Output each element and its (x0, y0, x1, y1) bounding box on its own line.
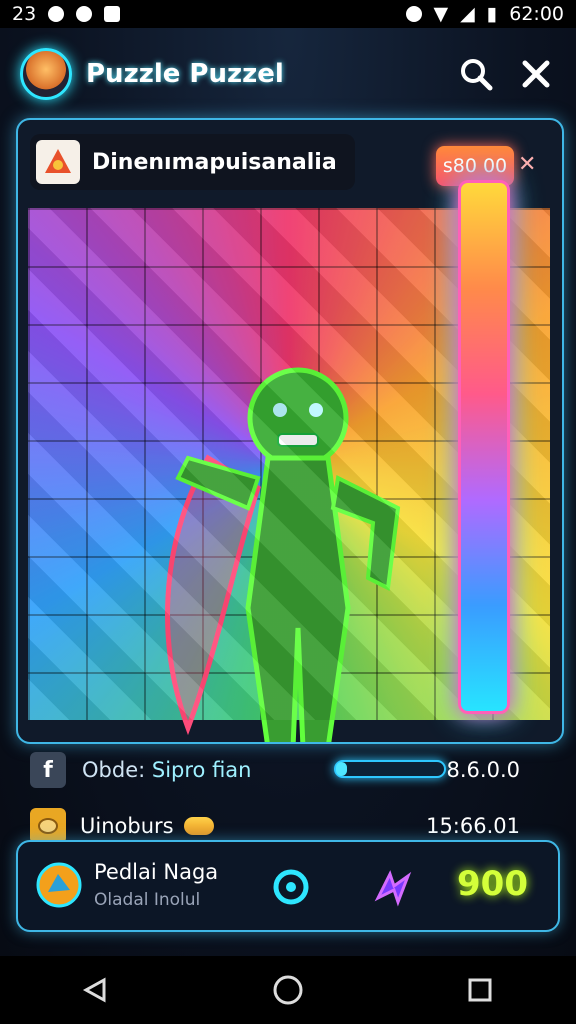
info-value: Sipro fian (151, 758, 252, 782)
player-subtitle: Oladal Inolul (94, 890, 201, 910)
avatar[interactable] (20, 48, 72, 100)
back-icon (82, 977, 106, 1003)
player-footer: Pedlai Naga Oladal Inolul 900 (16, 840, 560, 932)
app-header: Puzzle Puzzel (20, 46, 556, 102)
home-button[interactable] (268, 970, 308, 1010)
battery-icon: ▮ (486, 3, 498, 25)
status-time: 62:00 (509, 3, 564, 25)
power-meter (458, 180, 510, 714)
system-nav-bar (0, 956, 576, 1024)
notification-icon (48, 6, 65, 22)
currency-label: Uinoburs (80, 814, 174, 838)
coin-icon (183, 817, 214, 835)
notification-icon (76, 6, 93, 22)
level-name: Dinenımapuisanalia (92, 149, 337, 175)
info-label: Obde: (82, 758, 146, 782)
puzzle-card: Dinenımapuisanalia s80 00 ✕ (16, 118, 564, 744)
back-button[interactable] (76, 970, 116, 1010)
search-icon (461, 59, 493, 91)
recents-icon (468, 978, 492, 1002)
player-emblem-icon[interactable] (34, 860, 84, 910)
level-title-pill: Dinenımapuisanalia (30, 134, 355, 190)
close-icon (522, 60, 550, 88)
refresh-icon[interactable] (268, 864, 314, 910)
search-button[interactable] (456, 54, 496, 94)
progress-bar (334, 760, 446, 778)
meter-close-icon[interactable]: ✕ (518, 152, 536, 177)
home-icon (273, 975, 303, 1005)
wifi-icon: ▼ (433, 3, 449, 25)
close-button[interactable] (516, 54, 556, 94)
timer-value: 15:66.01 (426, 814, 520, 838)
status-number: 23 (12, 3, 37, 25)
signal-icon: ◢ (460, 3, 475, 25)
app-title: Puzzle Puzzel (86, 59, 284, 89)
game-icon (36, 140, 80, 184)
alarm-icon (405, 6, 422, 22)
neon-hero-figure (165, 367, 401, 742)
info-right-value: 8.6.0.0 (446, 758, 520, 782)
progress-fill (336, 762, 347, 776)
shield-icon (104, 6, 121, 22)
recents-button[interactable] (460, 970, 500, 1010)
boost-icon[interactable] (370, 864, 416, 910)
app-screen: Puzzle Puzzel Dinenımapuisanalia s80 00 … (0, 28, 576, 956)
status-bar: 23 ▼ ◢ ▮ 62:00 (0, 0, 576, 28)
facebook-icon[interactable]: f (30, 752, 66, 788)
player-name: Pedlai Naga (94, 860, 219, 884)
bread-icon[interactable] (30, 808, 66, 844)
score-value: 900 (457, 864, 528, 904)
info-row-1: f Obde: Sipro fian 8.6.0.0 (30, 748, 550, 792)
